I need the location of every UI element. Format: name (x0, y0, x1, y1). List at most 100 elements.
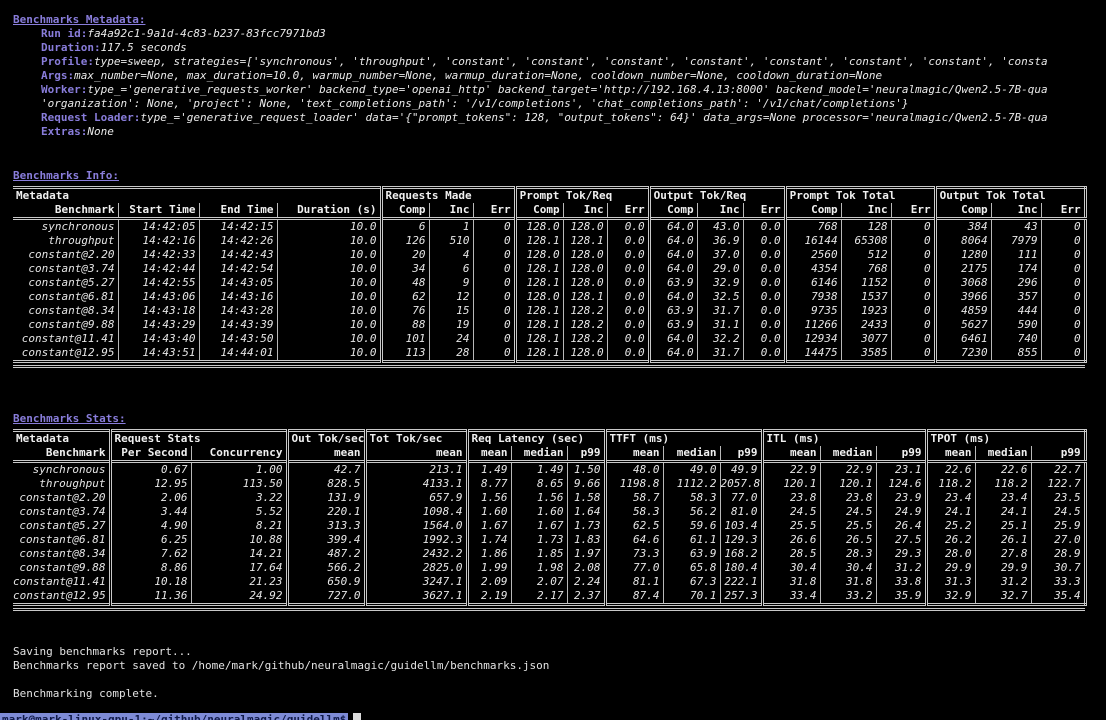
column-header: Err (1041, 203, 1085, 219)
table-cell: 10.0 (277, 219, 381, 235)
table-cell: constant@2.20 (13, 248, 118, 262)
table-cell: 128 (841, 219, 891, 235)
table-cell: 113 (381, 346, 429, 362)
table-cell: 399.4 (287, 533, 365, 547)
metadata-line: Args:max_number=None, max_duration=10.0,… (13, 69, 1106, 83)
table-cell: 2432.2 (365, 547, 467, 561)
table-cell: 220.1 (287, 505, 365, 519)
table-cell: 0 (1041, 346, 1085, 362)
table-cell: 0 (473, 346, 515, 362)
table-cell: 20 (381, 248, 429, 262)
table-cell: 3585 (841, 346, 891, 362)
table-cell: 128.1 (515, 262, 563, 276)
table-cell: 1537 (841, 290, 891, 304)
table-cell: 2560 (785, 248, 841, 262)
table-cell: 3.22 (191, 491, 287, 505)
table-cell: 14:43:51 (118, 346, 199, 362)
table-cell: 0.0 (607, 276, 649, 290)
table-cell: 0 (891, 318, 935, 332)
table-cell: 14475 (785, 346, 841, 362)
table-cell: 23.9 (876, 491, 926, 505)
column-header: Err (891, 203, 935, 219)
table-cell: 2433 (841, 318, 891, 332)
table-cell: 1.99 (467, 561, 511, 575)
table-cell: 12934 (785, 332, 841, 346)
column-header: mean (762, 446, 820, 462)
table-cell: 63.9 (649, 304, 697, 318)
table-cell: 25.9 (1031, 519, 1085, 533)
table-row: throughput12.95113.50828.54133.18.778.65… (13, 477, 1085, 491)
column-header: median (975, 446, 1031, 462)
table-cell: 0 (891, 219, 935, 235)
table-cell: 1564.0 (365, 519, 467, 533)
metadata-label: Args: (41, 69, 74, 82)
table-cell: 26.1 (975, 533, 1031, 547)
column-header: Err (743, 203, 785, 219)
table-cell: 0 (891, 290, 935, 304)
table-cell: 7979 (991, 234, 1041, 248)
table-row: constant@2.202.063.22131.9657.91.561.561… (13, 491, 1085, 505)
table-cell: 30.7 (1031, 561, 1085, 575)
table-row: throughput14:42:1614:42:2610.01265100128… (13, 234, 1085, 248)
table-cell: 31.7 (697, 304, 743, 318)
table-cell: 111 (991, 248, 1041, 262)
table-cell: 22.9 (762, 462, 820, 478)
table-cell: 9735 (785, 304, 841, 318)
metadata-value: 117.5 seconds (101, 41, 187, 54)
table-cell: 10.0 (277, 332, 381, 346)
table-cell: synchronous (13, 462, 110, 478)
table-cell: 1.83 (567, 533, 605, 547)
table-cell: 24.92 (191, 589, 287, 605)
table-cell: 0.0 (743, 276, 785, 290)
column-header: p99 (1031, 446, 1085, 462)
table-cell: 590 (991, 318, 1041, 332)
table-cell: 1098.4 (365, 505, 467, 519)
table-cell: 15 (429, 304, 473, 318)
table-cell: 32.9 (697, 276, 743, 290)
table-cell: 257.3 (720, 589, 762, 605)
table-cell: 23.8 (820, 491, 876, 505)
table-cell: 43 (991, 219, 1041, 235)
table-cell: 7230 (935, 346, 991, 362)
table-cell: 48.0 (605, 462, 663, 478)
table-cell: 2.08 (567, 561, 605, 575)
table-cell: 0 (891, 304, 935, 318)
saving-report-line: Saving benchmarks report... (13, 645, 1106, 659)
metadata-label: Profile: (41, 55, 94, 68)
table-cell: 1.58 (567, 491, 605, 505)
table-cell: 32.9 (926, 589, 975, 605)
column-group-header-row: MetadataRequests MadePrompt Tok/ReqOutpu… (13, 188, 1085, 204)
table-cell: 14:42:16 (118, 234, 199, 248)
table-cell: 14:42:15 (199, 219, 277, 235)
table-cell: 3966 (935, 290, 991, 304)
table-cell: 3.44 (110, 505, 191, 519)
table-cell: 12 (429, 290, 473, 304)
table-cell: 31.3 (926, 575, 975, 589)
table-cell: 14:43:18 (118, 304, 199, 318)
table-cell: 128.1 (563, 234, 607, 248)
shell-prompt[interactable]: mark@mark-linux-gpu-1:~/github/neuralmag… (0, 713, 361, 720)
column-header: median (511, 446, 567, 462)
table-cell: 37.0 (697, 248, 743, 262)
table-cell: 77.0 (720, 491, 762, 505)
table-cell: 88 (381, 318, 429, 332)
table-cell: 10.0 (277, 304, 381, 318)
benchmarks-metadata-title: Benchmarks Metadata: (13, 13, 1106, 27)
column-header: p99 (876, 446, 926, 462)
table-cell: 17.64 (191, 561, 287, 575)
benchmarks-info-title: Benchmarks Info: (13, 169, 1106, 183)
column-group-header: Output Tok/Req (649, 188, 785, 204)
table-cell: 24.1 (926, 505, 975, 519)
column-group-header: Metadata (13, 188, 381, 204)
table-cell: 128.0 (515, 219, 563, 235)
table-cell: 63.9 (649, 318, 697, 332)
column-group-header: Output Tok Total (935, 188, 1085, 204)
column-group-header: Prompt Tok Total (785, 188, 935, 204)
table-cell: 25.1 (975, 519, 1031, 533)
table-cell: 0 (473, 332, 515, 346)
table-row: constant@8.3414:43:1814:43:2810.07615012… (13, 304, 1085, 318)
table-row: constant@3.743.445.52220.11098.41.601.60… (13, 505, 1085, 519)
table-cell: 0 (891, 276, 935, 290)
table-cell: 10.88 (191, 533, 287, 547)
table-cell: 31.2 (876, 561, 926, 575)
